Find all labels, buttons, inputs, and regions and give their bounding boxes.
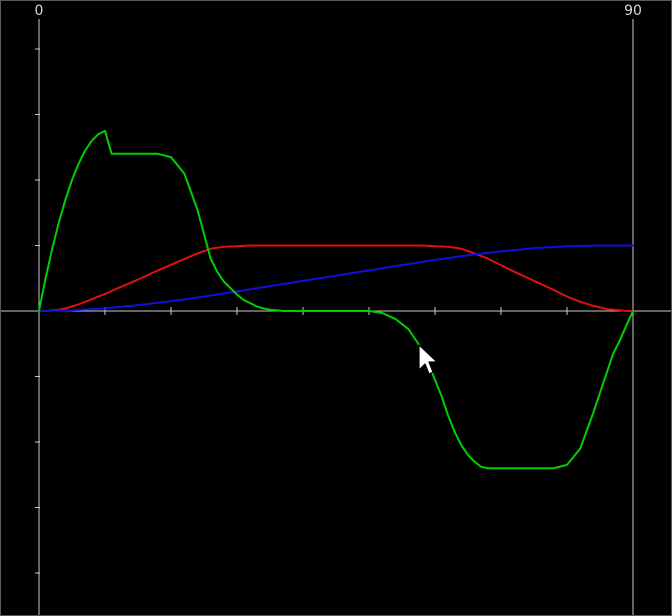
x-tick-label: 0 — [35, 3, 44, 19]
series-layer — [38, 129, 634, 470]
plot-area[interactable]: 0 90 — [0, 0, 672, 616]
series-line-2 — [38, 244, 634, 312]
x-tick-label: 90 — [624, 3, 642, 19]
series-line-0 — [38, 129, 634, 470]
cursor-shape — [418, 344, 438, 375]
line-chart: 0 90 — [1, 3, 671, 615]
series-line-1 — [38, 244, 634, 312]
arrow-cursor-icon — [418, 344, 438, 375]
